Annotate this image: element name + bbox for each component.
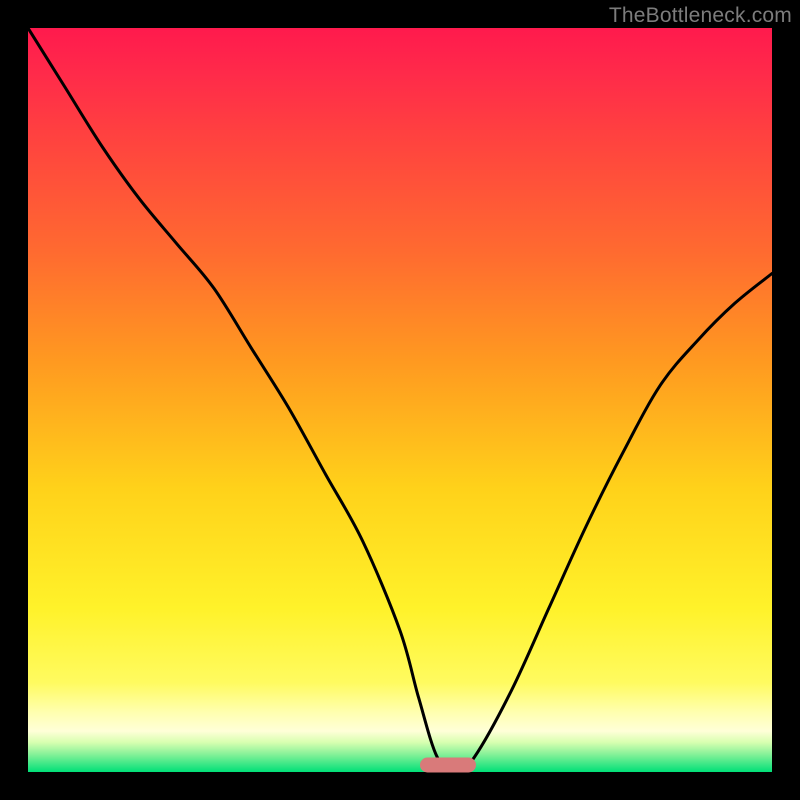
bottleneck-curve bbox=[28, 28, 772, 772]
minimum-marker bbox=[420, 758, 476, 773]
chart-plot-area bbox=[28, 28, 772, 772]
watermark-text: TheBottleneck.com bbox=[609, 4, 792, 28]
chart-frame: TheBottleneck.com bbox=[0, 0, 800, 800]
curve-path bbox=[28, 28, 772, 772]
